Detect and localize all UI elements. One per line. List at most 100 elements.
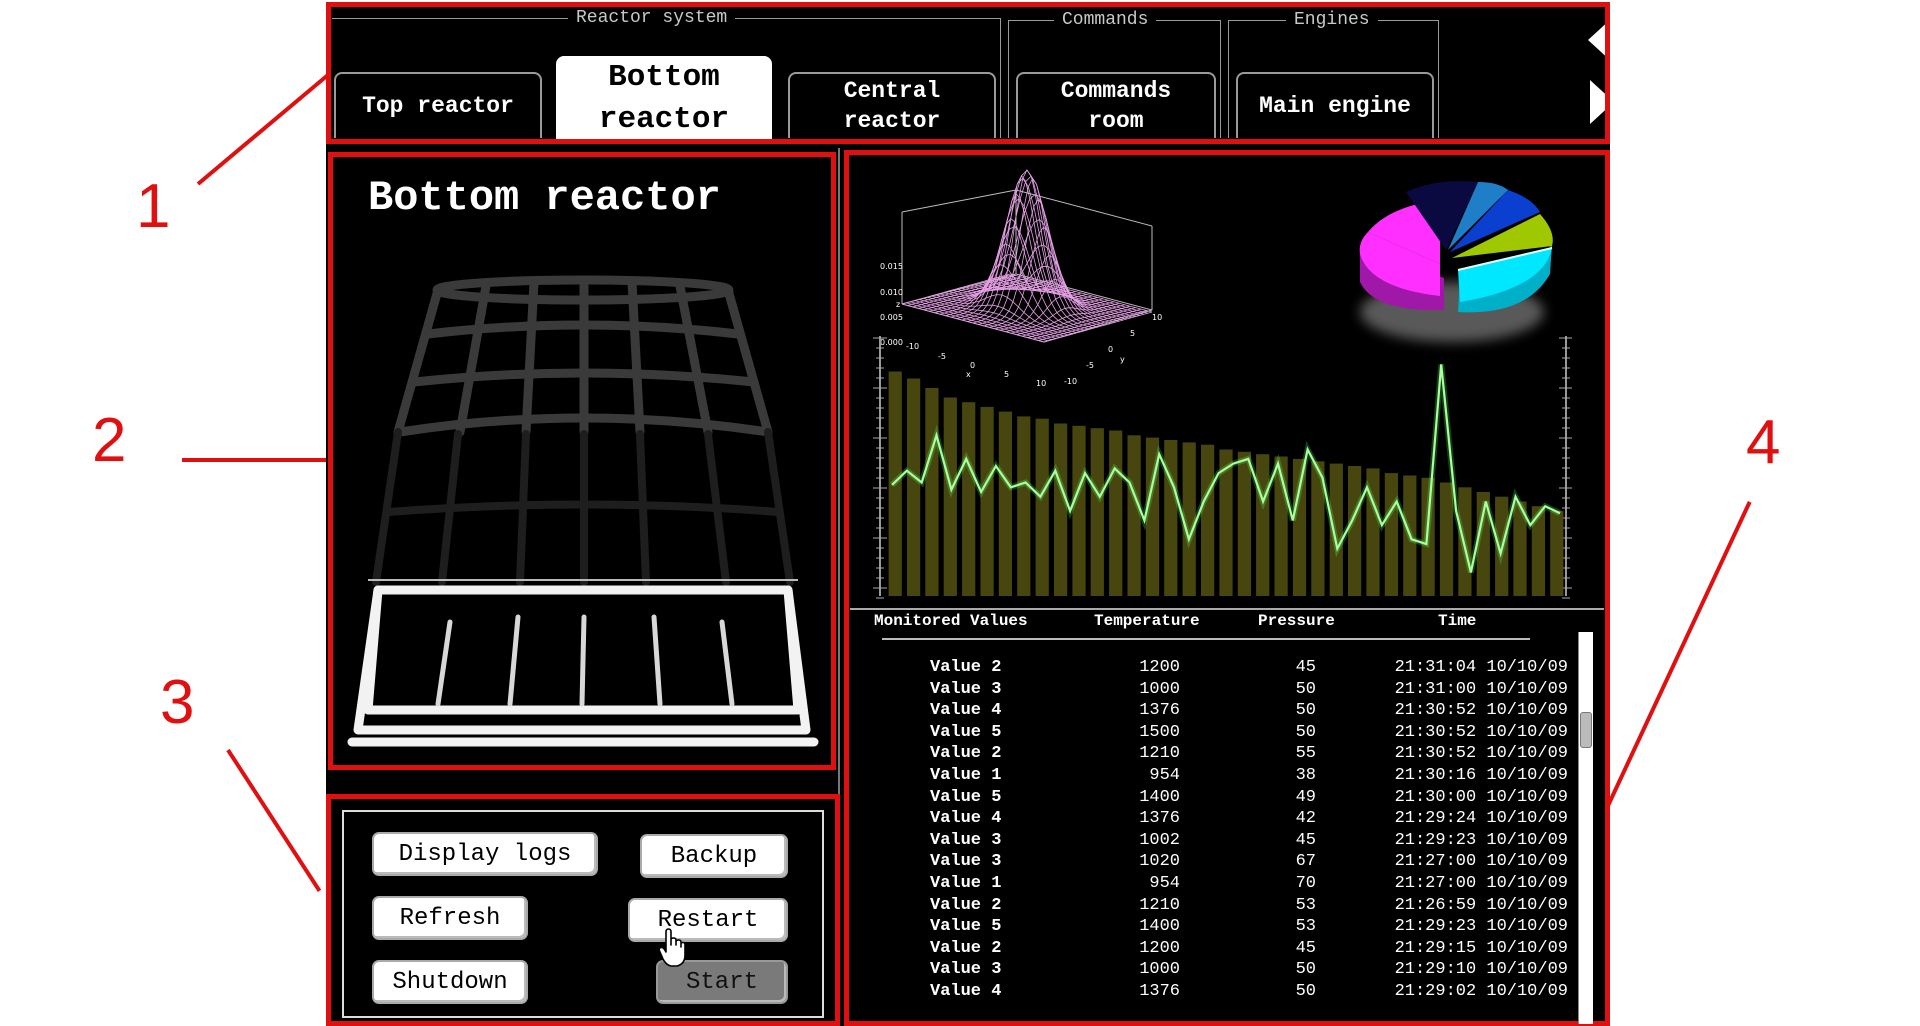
table-cell: 1000 [1139, 679, 1180, 699]
reactor-diagram [347, 275, 819, 747]
table-cell: 1210 [1139, 895, 1180, 915]
table-cell: Value 5 [930, 787, 1002, 807]
refresh-button[interactable]: Refresh [372, 896, 528, 940]
table-cell: Value 5 [930, 917, 1002, 937]
table-cell: 50 [1295, 982, 1316, 1001]
table-cell: 954 [1149, 766, 1180, 785]
table-cell: 67 [1295, 852, 1316, 872]
table-cell: 55 [1295, 744, 1316, 764]
table-cell: 50 [1295, 701, 1316, 721]
table-cell: 21:29:24 10/10/09 [1394, 809, 1568, 829]
bar [1237, 451, 1251, 596]
region-tabbar-outline [326, 2, 1610, 144]
table-cell: 954 [1149, 874, 1180, 893]
bar [1256, 454, 1270, 596]
backup-button[interactable]: Backup [640, 834, 788, 878]
callout-1: 1 [136, 172, 171, 241]
table-cell: 1200 [1139, 938, 1180, 958]
table-cell: 21:30:52 10/10/09 [1394, 701, 1568, 721]
table-cell: 49 [1295, 787, 1316, 807]
table-cell: 50 [1295, 679, 1316, 699]
table-cell: 45 [1295, 658, 1316, 677]
table-cell: Value 4 [930, 982, 1002, 1001]
bar [1054, 423, 1068, 596]
bar [1090, 428, 1104, 596]
table-cell: Value 4 [930, 701, 1002, 721]
table-cell: 21:30:52 10/10/09 [1394, 722, 1568, 742]
table-cell: Value 2 [930, 895, 1002, 915]
callout-4: 4 [1746, 408, 1781, 477]
leader-line-1 [196, 73, 330, 186]
table-cell: 21:30:16 10/10/09 [1394, 766, 1568, 785]
table-cell: Value 3 [930, 852, 1002, 872]
table-cell: 70 [1295, 874, 1316, 893]
col-header-time: Time [1438, 612, 1477, 630]
table-cell: 1020 [1139, 852, 1180, 872]
table-cell: 45 [1295, 938, 1316, 958]
table-cell: 1002 [1139, 830, 1180, 850]
bar [1439, 482, 1454, 596]
callout-3: 3 [160, 668, 195, 737]
panel-divider [850, 608, 1604, 610]
table-cell: 21:31:04 10/10/09 [1394, 658, 1568, 677]
hand-pointer-icon [658, 928, 686, 967]
table-cell: 21:31:00 10/10/09 [1394, 679, 1568, 699]
table-cell: 21:29:23 10/10/09 [1394, 830, 1568, 850]
table-cell: 38 [1295, 766, 1316, 785]
callout-2: 2 [92, 406, 127, 475]
z-tick: 0.010 [880, 288, 903, 297]
display-logs-button[interactable]: Display logs [372, 832, 598, 876]
table-cell: 53 [1295, 917, 1316, 937]
table-cell: 21:29:23 10/10/09 [1394, 917, 1568, 937]
table-cell: 21:29:02 10/10/09 [1394, 982, 1568, 1001]
bar [1201, 444, 1215, 596]
table-cell: 1376 [1139, 701, 1180, 721]
table-cell: 21:30:52 10/10/09 [1394, 744, 1568, 764]
z-tick: 0.015 [880, 262, 903, 271]
table-cell: 1210 [1139, 744, 1180, 764]
restart-button[interactable]: Restart [628, 898, 788, 942]
col-header-temperature: Temperature [1094, 612, 1200, 630]
table-cell: Value 5 [930, 722, 1002, 742]
table-cell: Value 2 [930, 938, 1002, 958]
table-cell: 1200 [1139, 658, 1180, 677]
table-cell: 53 [1295, 895, 1316, 915]
table-cell: 1400 [1139, 917, 1180, 937]
table-cell: Value 2 [930, 744, 1002, 764]
table-scrollbar[interactable] [1578, 632, 1593, 1024]
table-cell: 21:27:00 10/10/09 [1394, 874, 1568, 893]
table-cell: 1376 [1139, 809, 1180, 829]
leader-line-3 [226, 748, 322, 892]
surface-mesh [901, 169, 1153, 343]
table-cell: 21:26:59 10/10/09 [1394, 895, 1568, 915]
table-cell: Value 1 [930, 874, 1002, 893]
table-cell: 21:30:00 10/10/09 [1394, 787, 1568, 807]
bar [1072, 425, 1086, 596]
bar [1035, 418, 1049, 596]
table-cell: 50 [1295, 960, 1316, 980]
table-cell: 21:29:15 10/10/09 [1394, 938, 1568, 958]
table-scrollbar-thumb[interactable] [1580, 712, 1592, 748]
table-cell: 1500 [1139, 722, 1180, 742]
bar [1550, 510, 1564, 596]
bar-line-chart [873, 336, 1572, 599]
reactor-title: Bottom reactor [368, 174, 721, 222]
z-axis-label: z [896, 300, 900, 309]
bar [962, 402, 976, 596]
leader-line-4 [1604, 501, 1752, 811]
table-header-rule [882, 638, 1530, 640]
table-cell: 42 [1295, 809, 1316, 829]
table-cell: Value 3 [930, 830, 1002, 850]
bar [1384, 473, 1398, 596]
col-header-pressure: Pressure [1258, 612, 1335, 630]
table-cell: 45 [1295, 830, 1316, 850]
bar [925, 388, 939, 596]
bar [1109, 430, 1123, 596]
col-header-monitored-values: Monitored Values [874, 612, 1028, 630]
table-cell: 50 [1295, 722, 1316, 742]
bar [980, 406, 994, 596]
shutdown-button[interactable]: Shutdown [372, 960, 528, 1004]
table-cell: 21:27:00 10/10/09 [1394, 852, 1568, 872]
table-cell: 1376 [1139, 982, 1180, 1001]
table-cell: Value 3 [930, 679, 1002, 699]
